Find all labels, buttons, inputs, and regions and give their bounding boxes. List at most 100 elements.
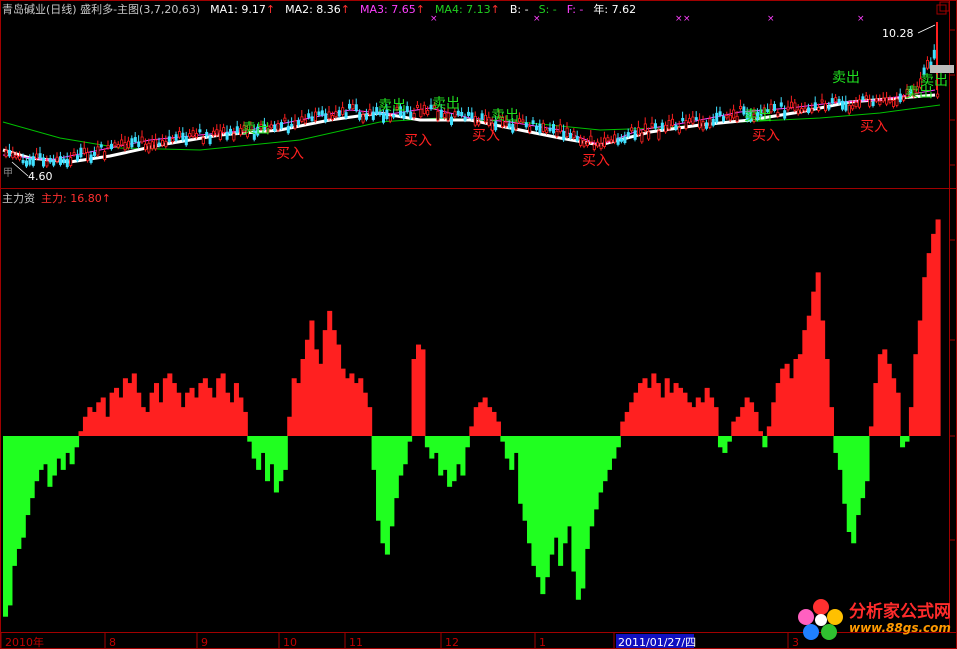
candle-body xyxy=(371,111,375,120)
candle-body xyxy=(473,116,477,126)
main-force-bar xyxy=(629,402,635,436)
main-force-bar xyxy=(900,436,906,448)
candle-body xyxy=(466,111,470,116)
candle-body xyxy=(211,130,215,136)
main-force-bar xyxy=(842,436,848,504)
main-force-bar xyxy=(828,407,835,437)
main-force-bar xyxy=(469,426,475,437)
main-force-bar xyxy=(180,407,186,437)
main-force-bar xyxy=(349,373,355,436)
candle-body xyxy=(732,109,736,119)
candle-body xyxy=(507,123,511,128)
candle-body xyxy=(898,93,902,103)
main-force-bar xyxy=(815,272,821,437)
candle-body xyxy=(878,100,882,105)
main-force-bar xyxy=(344,378,350,436)
main-force-bar xyxy=(149,392,155,436)
buy-signal-label: 买入 xyxy=(276,146,304,162)
candle-body xyxy=(871,101,875,106)
candle-body xyxy=(790,101,794,108)
candle-body xyxy=(279,122,283,129)
main-force-bar xyxy=(566,436,573,527)
main-force-bar xyxy=(669,392,675,436)
candle-body xyxy=(487,116,491,126)
candle-body xyxy=(773,103,777,111)
candle-body xyxy=(657,130,661,140)
candle-body xyxy=(171,138,175,143)
candle-body xyxy=(273,124,277,132)
candle-body xyxy=(582,140,586,147)
candle-body xyxy=(388,115,392,122)
candle-body xyxy=(133,137,137,142)
main-force-bar xyxy=(114,387,120,437)
main-force-bar xyxy=(571,436,577,572)
main-force-bar xyxy=(376,436,382,521)
candle-body xyxy=(147,142,151,153)
main-force-bar xyxy=(935,219,941,436)
main-force-bar xyxy=(580,436,586,589)
restore-window-icon[interactable] xyxy=(936,1,950,15)
candle-body xyxy=(116,144,120,148)
candle-body xyxy=(449,116,453,125)
main-force-bar xyxy=(336,344,342,436)
candle-body xyxy=(317,111,321,116)
candle-body xyxy=(150,141,154,150)
candle-body xyxy=(660,122,664,130)
main-force-bar xyxy=(389,436,395,527)
candle-body xyxy=(562,130,566,141)
main-force-bar xyxy=(806,315,812,436)
main-force-bar xyxy=(145,411,151,436)
candle-body xyxy=(218,130,222,140)
candle-body xyxy=(460,112,464,116)
price-panel[interactable]: 卖出卖出 卖出卖出 卖出卖出卖出卖出买入买入 买入买入买入买入× × × × × ×10.284… xyxy=(2,14,954,183)
candle-body xyxy=(276,123,280,131)
candle-body xyxy=(803,107,807,112)
candle-body xyxy=(157,142,161,146)
main-force-bar xyxy=(686,402,692,436)
main-force-bar xyxy=(482,397,488,436)
main-force-bar xyxy=(744,397,750,436)
candle-body xyxy=(140,136,144,143)
candle-body xyxy=(895,98,899,106)
candle-body xyxy=(21,160,25,164)
candle-body xyxy=(531,120,535,124)
candle-body xyxy=(541,122,545,132)
candle-body xyxy=(235,126,239,134)
candle-body xyxy=(453,111,457,118)
marker-x-icon: × xyxy=(675,14,683,24)
main-force-bar xyxy=(384,436,390,555)
main-force-bar xyxy=(273,436,279,493)
candle-body xyxy=(820,99,824,103)
main-force-bar xyxy=(105,416,111,436)
candle-body xyxy=(480,113,484,120)
candle-body xyxy=(35,153,39,159)
candle-body xyxy=(24,160,28,167)
main-force-bars[interactable] xyxy=(3,219,941,617)
sell-signal-label: 卖出 xyxy=(242,121,270,137)
candle-body xyxy=(313,111,317,122)
candle-body xyxy=(626,132,630,137)
date-label: 9 xyxy=(201,636,208,649)
candle-body xyxy=(463,116,467,121)
candle-body xyxy=(834,97,838,103)
candle-body xyxy=(579,137,583,146)
candle-body xyxy=(620,138,624,142)
candle-body xyxy=(705,122,709,129)
main-force-bar xyxy=(207,387,213,437)
main-force-bar xyxy=(127,383,133,436)
main-force-bar xyxy=(682,392,688,436)
candle-body xyxy=(674,124,678,130)
main-force-bar xyxy=(478,402,484,436)
candle-body xyxy=(300,116,304,122)
main-force-bar xyxy=(393,436,399,499)
high-pointer xyxy=(917,24,936,34)
main-force-bar xyxy=(549,436,555,555)
candle-body xyxy=(569,132,573,139)
candle-body xyxy=(69,157,73,166)
chart-canvas[interactable]: 卖出卖出 卖出卖出 卖出卖出卖出卖出买入买入 买入买入买入买入× × × × × ×10.284… xyxy=(0,0,957,649)
main-force-bar xyxy=(691,407,697,437)
candle-body xyxy=(739,106,743,110)
candle-body xyxy=(868,99,872,107)
candle-body xyxy=(623,136,627,144)
main-force-bar xyxy=(460,436,466,476)
